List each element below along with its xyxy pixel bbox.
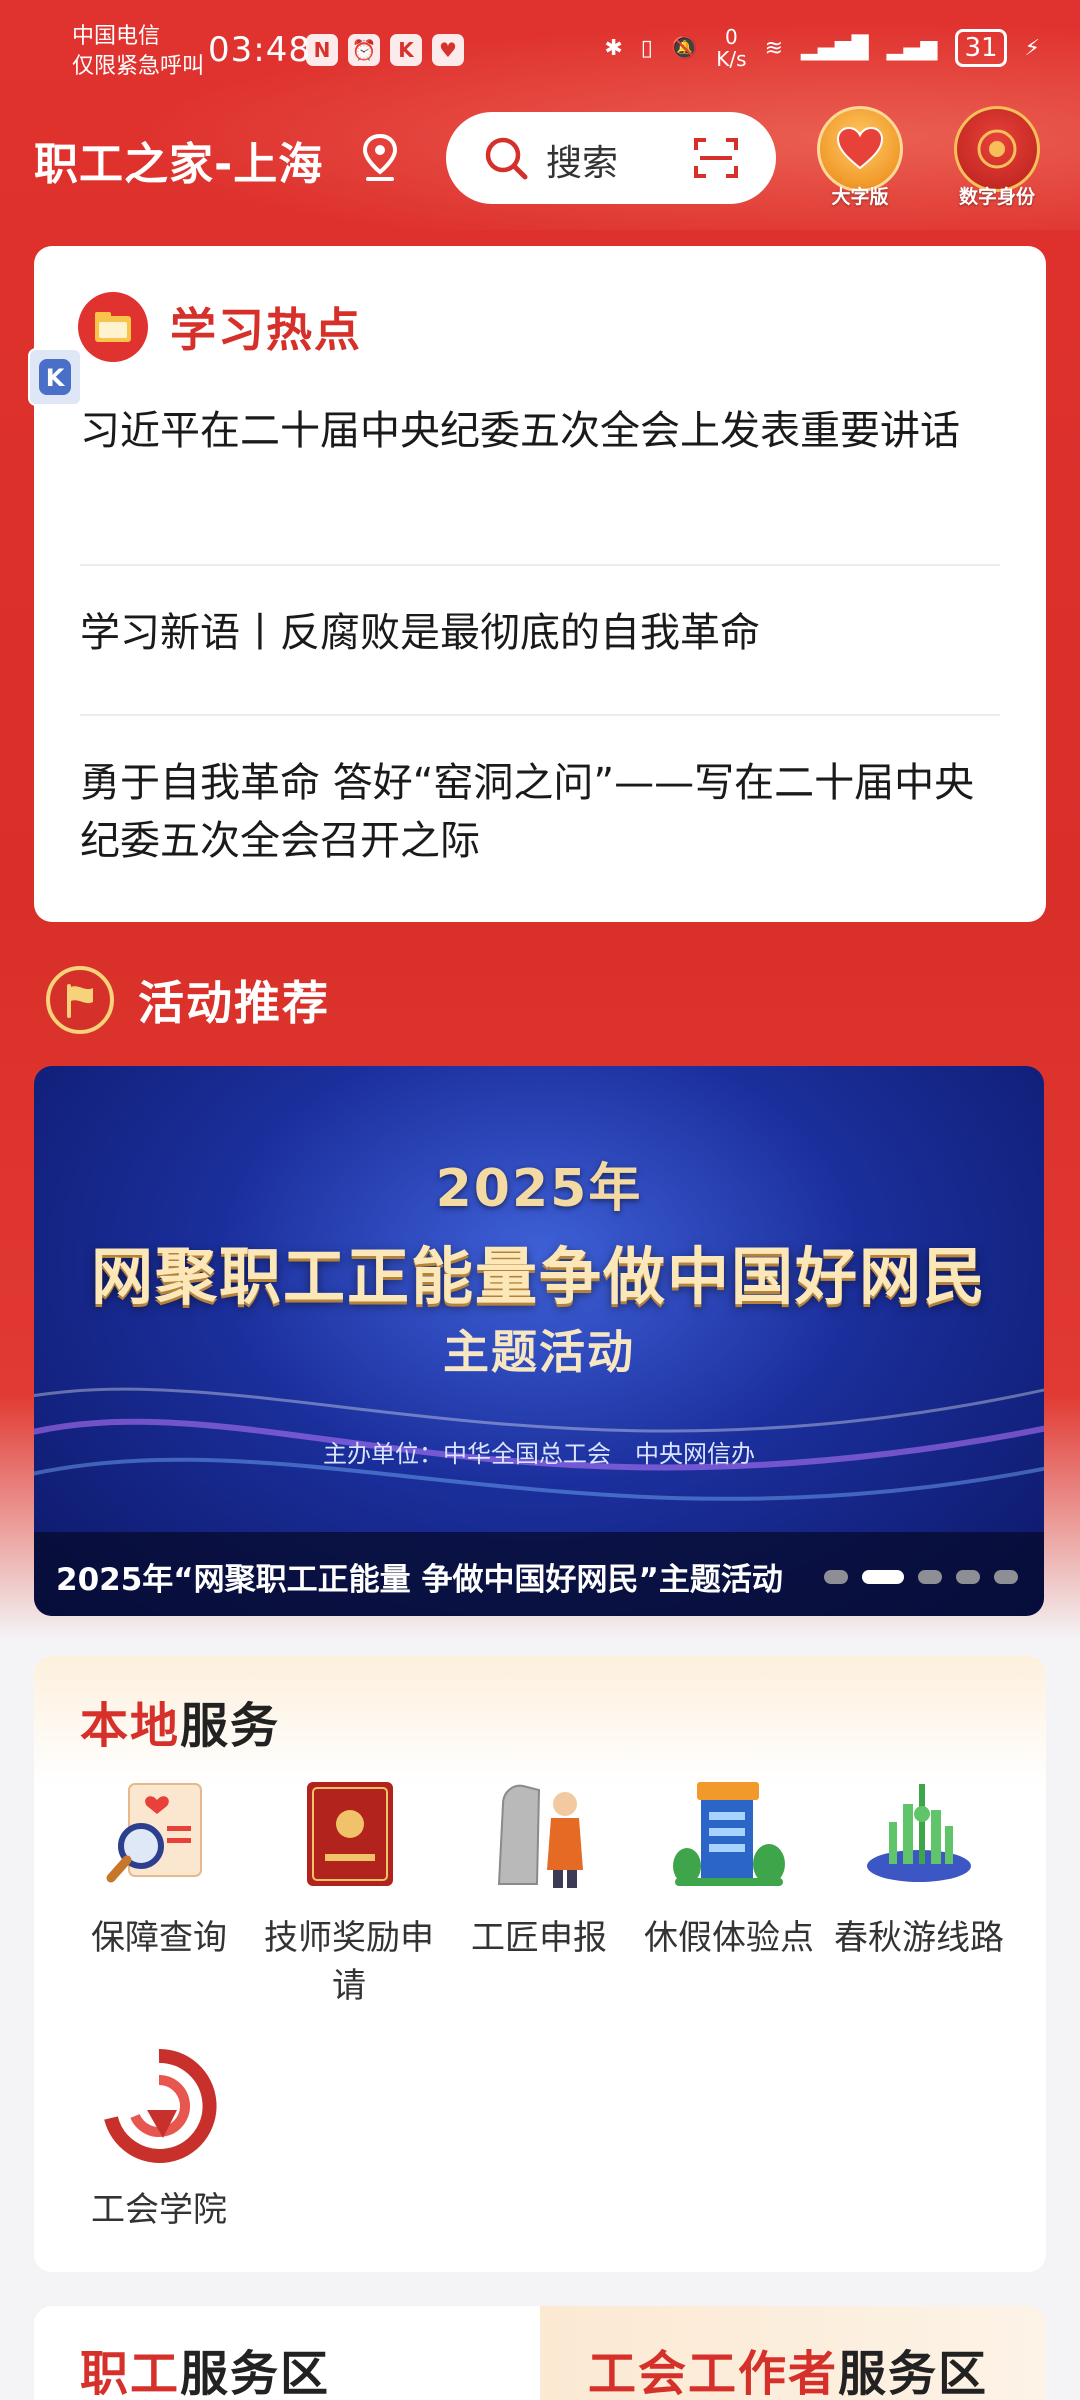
- banner-organizer: 主办单位：中华全国总工会 中央网信办: [323, 1440, 755, 1468]
- scan-icon[interactable]: [692, 134, 740, 182]
- flag-icon: [46, 966, 114, 1034]
- large-font-label: 大字版: [831, 186, 889, 208]
- signal-icon: ▂▄▆: [886, 35, 938, 61]
- app-title[interactable]: 职工之家-上海: [34, 128, 323, 192]
- carrier-info: 中国电信 仅限紧急呼叫: [72, 22, 204, 82]
- carousel-dot-active[interactable]: [862, 1570, 904, 1584]
- digital-id-button[interactable]: 数字身份: [952, 106, 1042, 208]
- carrier-status: 仅限紧急呼叫: [72, 54, 205, 79]
- union-academy-logo-icon: [104, 2048, 217, 2163]
- floating-k-widget[interactable]: K: [28, 348, 82, 406]
- local-services-card: 本地服务 保障查询 技师奖励申请 工匠申报 休假体验点 春秋游线路 工会学院: [34, 1656, 1046, 2272]
- large-font-button[interactable]: 大字版: [815, 106, 905, 208]
- service-union-academy[interactable]: 工会学院: [64, 2046, 254, 2234]
- service-label: 休假体验点: [644, 1918, 814, 1958]
- local-title-highlight: 本地: [80, 1698, 181, 1754]
- service-craftsman-declaration[interactable]: 工匠申报: [444, 1774, 634, 1962]
- network-speed-value: 0: [725, 25, 738, 49]
- search-box[interactable]: 搜索: [446, 112, 776, 204]
- bluetooth-icon: ✱: [604, 35, 623, 61]
- digital-id-label: 数字身份: [958, 186, 1035, 208]
- service-label: 春秋游线路: [834, 1918, 1004, 1958]
- vibrate-icon: ▯: [640, 35, 653, 61]
- carousel-indicators: [824, 1570, 1018, 1584]
- search-placeholder: 搜索: [546, 143, 619, 184]
- nfc-icon: N: [306, 34, 338, 66]
- worker-title-highlight: 职工: [80, 2346, 181, 2400]
- news-item[interactable]: 学习新语丨反腐败是最彻底的自我革命: [80, 604, 1000, 662]
- service-protection-query[interactable]: 保障查询: [64, 1774, 254, 1962]
- service-label: 技师奖励申请: [264, 1918, 434, 2006]
- search-icon: [485, 137, 528, 180]
- document-magnifier-icon: [106, 1783, 202, 1883]
- service-technician-award[interactable]: 技师奖励申请: [254, 1774, 444, 2010]
- network-speed-unit: K/s: [716, 47, 747, 71]
- status-time: 03:48: [208, 30, 311, 70]
- study-header: 学习热点: [78, 292, 362, 362]
- worker-title-rest: 服务区: [180, 2346, 331, 2400]
- network-speed: 0 K/s: [716, 26, 746, 70]
- service-vacation-spot[interactable]: 休假体验点: [634, 1774, 824, 1962]
- k-app-icon: K: [39, 359, 71, 395]
- carrier-name: 中国电信: [72, 24, 161, 49]
- service-label: 工匠申报: [471, 1918, 607, 1958]
- location-pin-icon[interactable]: [360, 132, 400, 184]
- charging-icon: ⚡: [1024, 35, 1040, 61]
- svg-text:K: K: [46, 364, 66, 392]
- union-worker-service-area-title: 工会工作者服务区: [588, 2334, 988, 2400]
- heart-hands-icon: [817, 106, 903, 192]
- system-indicators: ✱ ▯ 🔕 0 K/s ≋ ▂▄▆█ ▂▄▆ 31 ⚡: [604, 26, 1040, 70]
- banner-headline: 网聚职工正能量争做中国好网民: [90, 1240, 987, 1313]
- city-skyline-icon: [867, 1784, 971, 1882]
- app-header: 职工之家-上海 搜索 大字版 数字身份: [0, 100, 1080, 220]
- activity-banner[interactable]: 2025年 网聚职工正能量争做中国好网民 主题活动 主办单位：中华全国总工会 中…: [34, 1066, 1044, 1616]
- local-services-title: 本地服务: [80, 1686, 280, 1756]
- carousel-dot[interactable]: [824, 1570, 848, 1584]
- news-item[interactable]: 习近平在二十届中央纪委五次全会上发表重要讲话: [80, 402, 1000, 460]
- divider: [80, 714, 1000, 716]
- certificate-book-icon: [307, 1782, 393, 1886]
- study-hotspots-card: 学习热点 习近平在二十届中央纪委五次全会上发表重要讲话 学习新语丨反腐败是最彻底…: [34, 246, 1046, 922]
- study-title: 学习热点: [170, 303, 362, 357]
- alarm-icon: ⏰: [348, 34, 380, 66]
- worker-service-area-title: 职工服务区: [80, 2334, 330, 2400]
- union-worker-title-rest: 服务区: [838, 2346, 989, 2400]
- battery-level: 31: [955, 29, 1007, 67]
- mute-icon: 🔕: [670, 35, 699, 61]
- craftsman-icon: [497, 1784, 583, 1888]
- banner-year: 2025年: [435, 1159, 643, 1219]
- app-k-icon: K: [390, 34, 422, 66]
- carousel-dot[interactable]: [956, 1570, 980, 1584]
- wifi-icon: ≋: [764, 35, 783, 61]
- divider: [80, 564, 1000, 566]
- news-item[interactable]: 勇于自我革命 答好“窑洞之问”——写在二十届中央纪委五次全会召开之际: [80, 754, 1000, 870]
- carousel-dot[interactable]: [918, 1570, 942, 1584]
- signal-5g-icon: ▂▄▆█: [801, 35, 869, 61]
- banner-caption-bar: 2025年“网聚职工正能量 争做中国好网民”主题活动: [34, 1532, 1044, 1616]
- activities-header: 活动推荐: [46, 966, 330, 1034]
- union-worker-service-area-tab[interactable]: 工会工作者服务区: [540, 2306, 1046, 2400]
- union-worker-title-highlight: 工会工作者: [588, 2346, 839, 2400]
- service-label: 工会学院: [91, 2190, 227, 2230]
- sanatorium-building-icon: [673, 1782, 785, 1886]
- service-label: 保障查询: [91, 1918, 227, 1958]
- union-emblem-icon: [954, 106, 1040, 192]
- service-spring-autumn-tour[interactable]: 春秋游线路: [824, 1774, 1014, 1962]
- status-bar: 中国电信 仅限紧急呼叫 03:48 N ⏰ K ♥ ✱ ▯ 🔕 0 K/s ≋ …: [0, 0, 1080, 100]
- heart-app-icon: ♥: [432, 34, 464, 66]
- local-title-rest: 服务: [180, 1698, 281, 1754]
- banner-caption: 2025年“网聚职工正能量 争做中国好网民”主题活动: [56, 1562, 783, 1598]
- activities-title: 活动推荐: [138, 976, 330, 1030]
- book-icon: [78, 292, 148, 362]
- carousel-dot[interactable]: [994, 1570, 1018, 1584]
- banner-subtitle: 主题活动: [443, 1325, 635, 1379]
- worker-service-area-tab[interactable]: 职工服务区: [34, 2306, 540, 2400]
- notification-icons: N ⏰ K ♥: [306, 34, 464, 66]
